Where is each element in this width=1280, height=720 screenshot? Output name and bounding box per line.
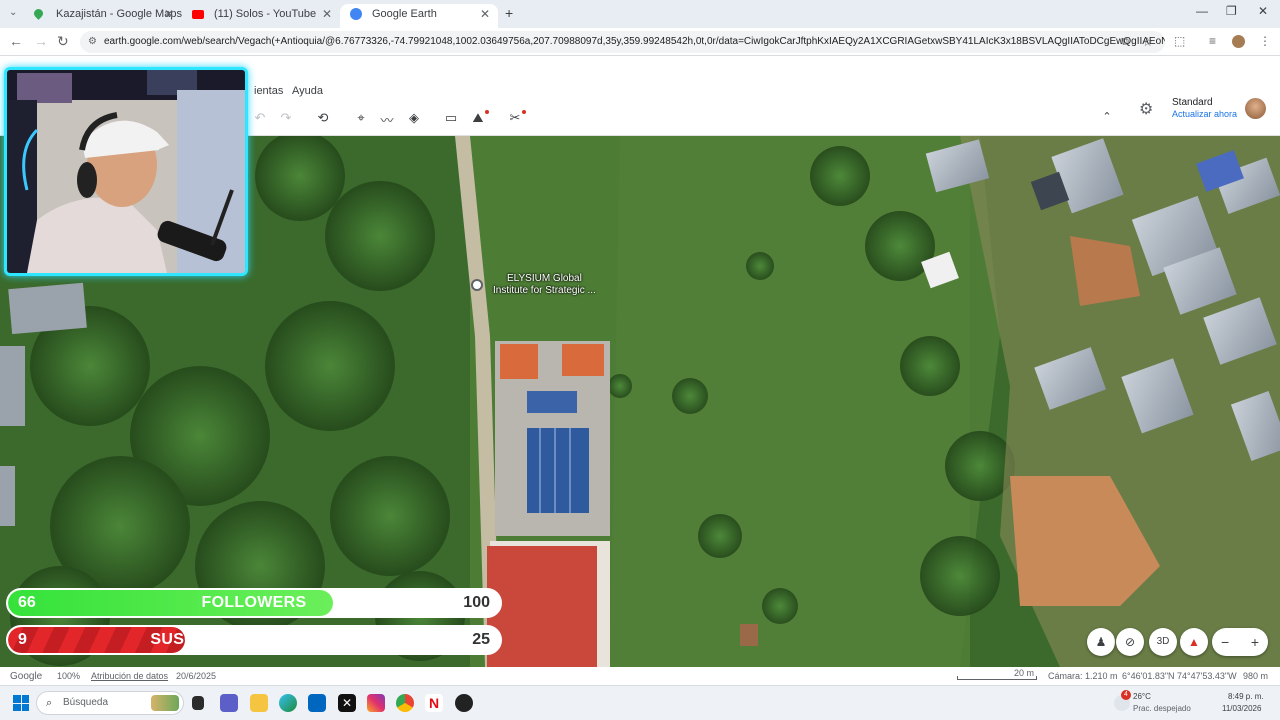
pegman-icon[interactable]: ♟	[1087, 628, 1115, 656]
elevation-profile-icon[interactable]: ⛰	[467, 110, 489, 128]
google-logo: Google	[10, 671, 43, 682]
place-label-line1: ELYSIUM Global	[506, 273, 582, 284]
imagery-date: 20/6/2025	[176, 671, 217, 681]
account-plan-label: Standard	[1172, 97, 1213, 108]
cursor-coordinates: 6°46'01.83"N 74°47'53.43"W	[1122, 671, 1237, 681]
followers-label: FOLLOWERS	[201, 594, 307, 611]
google-earth-icon	[350, 8, 362, 20]
search-highlight-icon	[151, 695, 179, 711]
close-icon[interactable]: ✕	[164, 4, 174, 24]
tab-google-maps[interactable]: Kazajistán - Google Maps ✕	[24, 4, 182, 28]
bookmark-star-icon[interactable]: ☆	[1142, 31, 1153, 53]
data-attribution-link[interactable]: Atribución de datos	[91, 671, 168, 681]
file-explorer-icon[interactable]	[250, 694, 268, 712]
followers-goal: 100	[463, 594, 490, 611]
notification-dot	[522, 110, 526, 114]
measure-icon[interactable]: ▭	[440, 110, 462, 128]
followers-goal-bar: 66 FOLLOWERS 100	[6, 588, 502, 618]
history-icon[interactable]: ⟲	[312, 110, 334, 128]
place-label-line2: Institute for Strategic ...	[493, 285, 596, 296]
layers-icon[interactable]: ◈	[403, 110, 425, 128]
taskbar-search[interactable]: ⌕ Búsqueda	[36, 691, 184, 715]
settings-gear-icon[interactable]: ⚙	[1139, 99, 1153, 119]
camera-altitude: Cámara: 1.210 m	[1048, 671, 1118, 681]
webcam-overlay	[4, 67, 248, 276]
subscribers-label: SUSCRIPTORES DEL MES	[150, 631, 358, 648]
subscribers-goal-bar: 9 SUSCRIPTORES DEL MES 25	[6, 625, 502, 655]
browser-menu-icon[interactable]: ⋮	[1259, 34, 1271, 48]
tab-title: Google Earth	[372, 8, 437, 20]
weather-description: Prac. despejado	[1133, 704, 1191, 713]
x-app-icon[interactable]: ✕	[338, 694, 356, 712]
place-marker-icon[interactable]	[471, 279, 483, 291]
browser-tab-strip: ⌄ Kazajistán - Google Maps ✕ (11) Solos …	[0, 0, 1280, 28]
reload-button[interactable]: ↻	[57, 33, 69, 50]
draw-path-icon[interactable]: 〰	[376, 110, 398, 128]
zoom-in-button[interactable]: +	[1251, 628, 1259, 656]
edge-browser-icon[interactable]	[279, 694, 297, 712]
zoom-level: 100%	[57, 671, 81, 681]
minimize-button[interactable]: —	[1196, 4, 1208, 18]
new-feature-icon[interactable]: ✂	[504, 110, 526, 128]
tab-youtube[interactable]: (11) Solos - YouTube ✕	[182, 4, 340, 28]
compass-reset-icon[interactable]: ⊘	[1116, 628, 1144, 656]
netflix-icon[interactable]: N	[425, 694, 443, 712]
browser-toolbar: ← → ↻ ⚙ earth.google.com/web/search/Vega…	[0, 28, 1280, 56]
weather-temperature: 26°C	[1133, 692, 1151, 701]
clock-date[interactable]: 11/03/2026	[1222, 704, 1261, 713]
window-close-button[interactable]: ✕	[1258, 4, 1268, 18]
undo-icon[interactable]: ↶	[249, 110, 271, 128]
close-icon[interactable]: ✕	[480, 4, 490, 24]
new-tab-button[interactable]: +	[505, 5, 513, 21]
task-view-icon[interactable]	[192, 696, 204, 710]
maps-pin-icon	[32, 7, 45, 20]
address-bar[interactable]: ⚙ earth.google.com/web/search/Vegach(+An…	[80, 31, 1165, 53]
obs-icon[interactable]	[455, 694, 473, 712]
elevation: 980 m	[1243, 671, 1269, 681]
streamer-webcam-image	[7, 70, 245, 273]
windows-taskbar: ⌕ Búsqueda ✕ N 4 26°C Prac. despejado 8:…	[0, 685, 1280, 720]
update-now-link[interactable]: Actualizar ahora	[1172, 109, 1237, 119]
add-placemark-icon[interactable]: ⌖	[350, 110, 372, 128]
media-controls-icon[interactable]: ≡	[1209, 34, 1216, 48]
store-icon[interactable]	[308, 694, 326, 712]
instagram-icon[interactable]	[367, 694, 385, 712]
search-icon: ⌕	[46, 697, 53, 709]
close-icon[interactable]: ✕	[322, 4, 332, 24]
north-compass-icon[interactable]: ▲	[1180, 628, 1208, 656]
redo-icon[interactable]: ↷	[275, 110, 297, 128]
place-label[interactable]: ELYSIUM Global Institute for Strategic .…	[493, 273, 596, 297]
tab-google-earth[interactable]: Google Earth ✕	[340, 4, 498, 28]
chrome-icon[interactable]	[396, 694, 414, 712]
profile-avatar[interactable]	[1232, 35, 1245, 48]
extensions-icon[interactable]: ⬚	[1174, 34, 1185, 48]
collapse-toolbar-icon[interactable]: ⌃	[1096, 110, 1118, 128]
search-placeholder: Búsqueda	[63, 697, 109, 708]
earth-status-bar: Google 100% Atribución de datos 20/6/202…	[0, 667, 1280, 685]
back-button[interactable]: ←	[9, 33, 23, 49]
weather-badge: 4	[1121, 690, 1131, 700]
tab-search-icon[interactable]: ⌄	[9, 7, 17, 18]
windows-start-icon[interactable]	[13, 695, 29, 711]
zoom-controls: − +	[1212, 628, 1268, 656]
menu-tools[interactable]: ientas	[254, 85, 283, 97]
zoom-out-button[interactable]: −	[1221, 628, 1229, 656]
forward-button[interactable]: →	[34, 33, 48, 49]
youtube-icon	[192, 10, 204, 19]
maximize-button[interactable]: ❐	[1226, 4, 1237, 18]
menu-help[interactable]: Ayuda	[292, 85, 323, 97]
chat-app-icon[interactable]	[220, 694, 238, 712]
site-settings-icon[interactable]: ⚙	[88, 31, 97, 53]
user-avatar[interactable]	[1245, 98, 1266, 119]
tab-title: (11) Solos - YouTube	[214, 8, 317, 20]
install-icon[interactable]: ⧉	[1121, 31, 1129, 53]
toggle-3d-button[interactable]: 3D	[1149, 628, 1177, 656]
scale-bar	[957, 676, 1037, 680]
notification-dot	[485, 110, 489, 114]
clock-time[interactable]: 8:49 p. m.	[1228, 692, 1264, 701]
subscribers-goal: 25	[472, 631, 490, 648]
url-text: earth.google.com/web/search/Vegach(+Anti…	[104, 36, 1165, 47]
